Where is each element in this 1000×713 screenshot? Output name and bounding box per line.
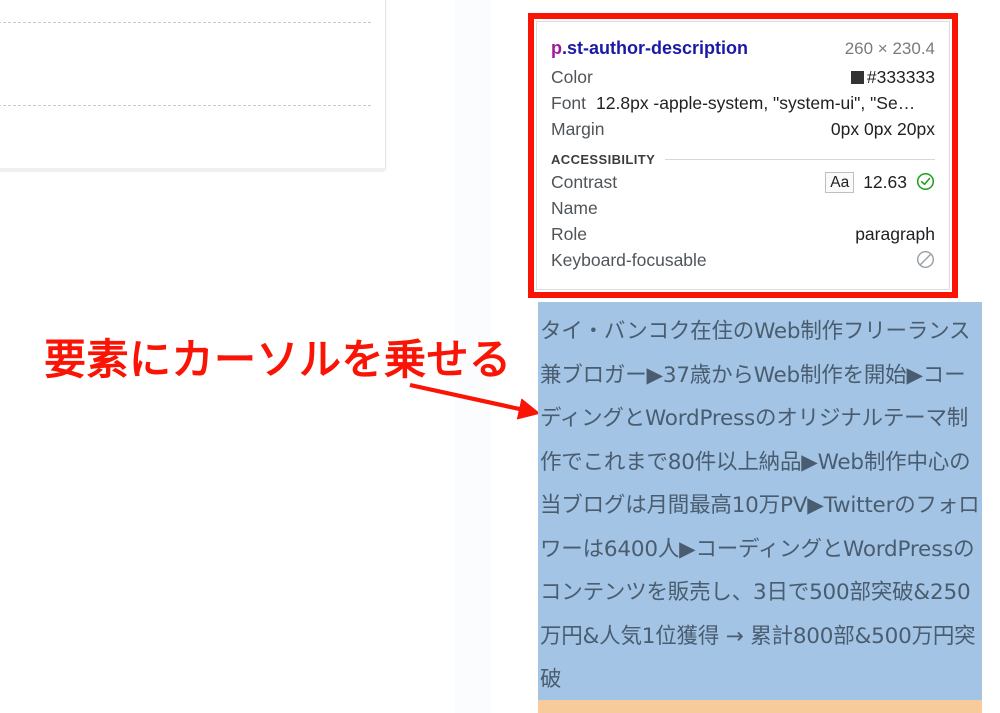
selector-tag-name: p — [551, 38, 562, 58]
contrast-value-group: Aa 12.63 — [825, 169, 935, 195]
aa-sample-badge: Aa — [825, 172, 855, 193]
element-inspector-tooltip: p.st-author-description 260 × 230.4 Colo… — [528, 13, 958, 298]
property-value-font: 12.8px -apple-system, "system-ui", "Se… — [596, 93, 916, 113]
contrast-label: Contrast — [551, 172, 618, 192]
name-label: Name — [551, 198, 598, 218]
color-swatch-icon — [850, 71, 864, 84]
property-row-font: Font 12.8px -apple-system, "system-ui", … — [551, 90, 935, 116]
property-row-margin: Margin 0px 0px 20px — [551, 116, 935, 142]
section-divider — [665, 159, 935, 160]
accessibility-row-contrast: Contrast Aa 12.63 — [551, 169, 935, 195]
selector-name: p.st-author-description — [551, 35, 748, 61]
accessibility-row-role: Role paragraph — [551, 221, 935, 247]
element-margin-box-highlight — [538, 700, 982, 713]
keyboard-focusable-value — [916, 247, 935, 273]
check-circle-icon — [916, 172, 935, 191]
highlighted-element-text: タイ・バンコク在住のWeb制作フリーランス兼ブロガー▶37歳からWeb制作を開始… — [540, 319, 980, 692]
property-label-color: Color — [551, 67, 593, 87]
annotation-arrow-icon — [409, 382, 541, 420]
inspector-panel: p.st-author-description 260 × 230.4 Colo… — [536, 21, 950, 290]
selector-class-name: .st-author-description — [562, 38, 749, 58]
property-label-font: Font — [551, 93, 587, 113]
color-hex: #333333 — [866, 67, 935, 87]
property-value-color: #333333 — [850, 64, 935, 90]
element-content-box-highlight: タイ・バンコク在住のWeb制作フリーランス兼ブロガー▶37歳からWeb制作を開始… — [538, 302, 982, 700]
accessibility-row-name: Name — [551, 195, 935, 221]
accessibility-section-title: ACCESSIBILITY — [551, 152, 656, 167]
keyboard-focusable-label: Keyboard-focusable — [551, 250, 707, 270]
property-row-color: Color #333333 — [551, 64, 935, 90]
dashed-divider-top — [0, 22, 371, 23]
selector-row: p.st-author-description 260 × 230.4 — [551, 35, 935, 62]
property-value-margin: 0px 0px 20px — [830, 119, 935, 139]
blocked-circle-icon — [916, 250, 935, 269]
role-label: Role — [551, 224, 587, 244]
property-label-margin: Margin — [551, 119, 605, 139]
accessibility-row-keyboard-focusable: Keyboard-focusable — [551, 247, 935, 273]
page-card-shadow — [0, 168, 384, 172]
dashed-divider-bottom — [0, 105, 371, 106]
element-dimensions: 260 × 230.4 — [844, 39, 935, 58]
background-page-card — [0, 0, 386, 170]
role-value: paragraph — [855, 224, 935, 244]
contrast-ratio: 12.63 — [863, 172, 907, 192]
accessibility-section-header: ACCESSIBILITY — [551, 152, 935, 167]
